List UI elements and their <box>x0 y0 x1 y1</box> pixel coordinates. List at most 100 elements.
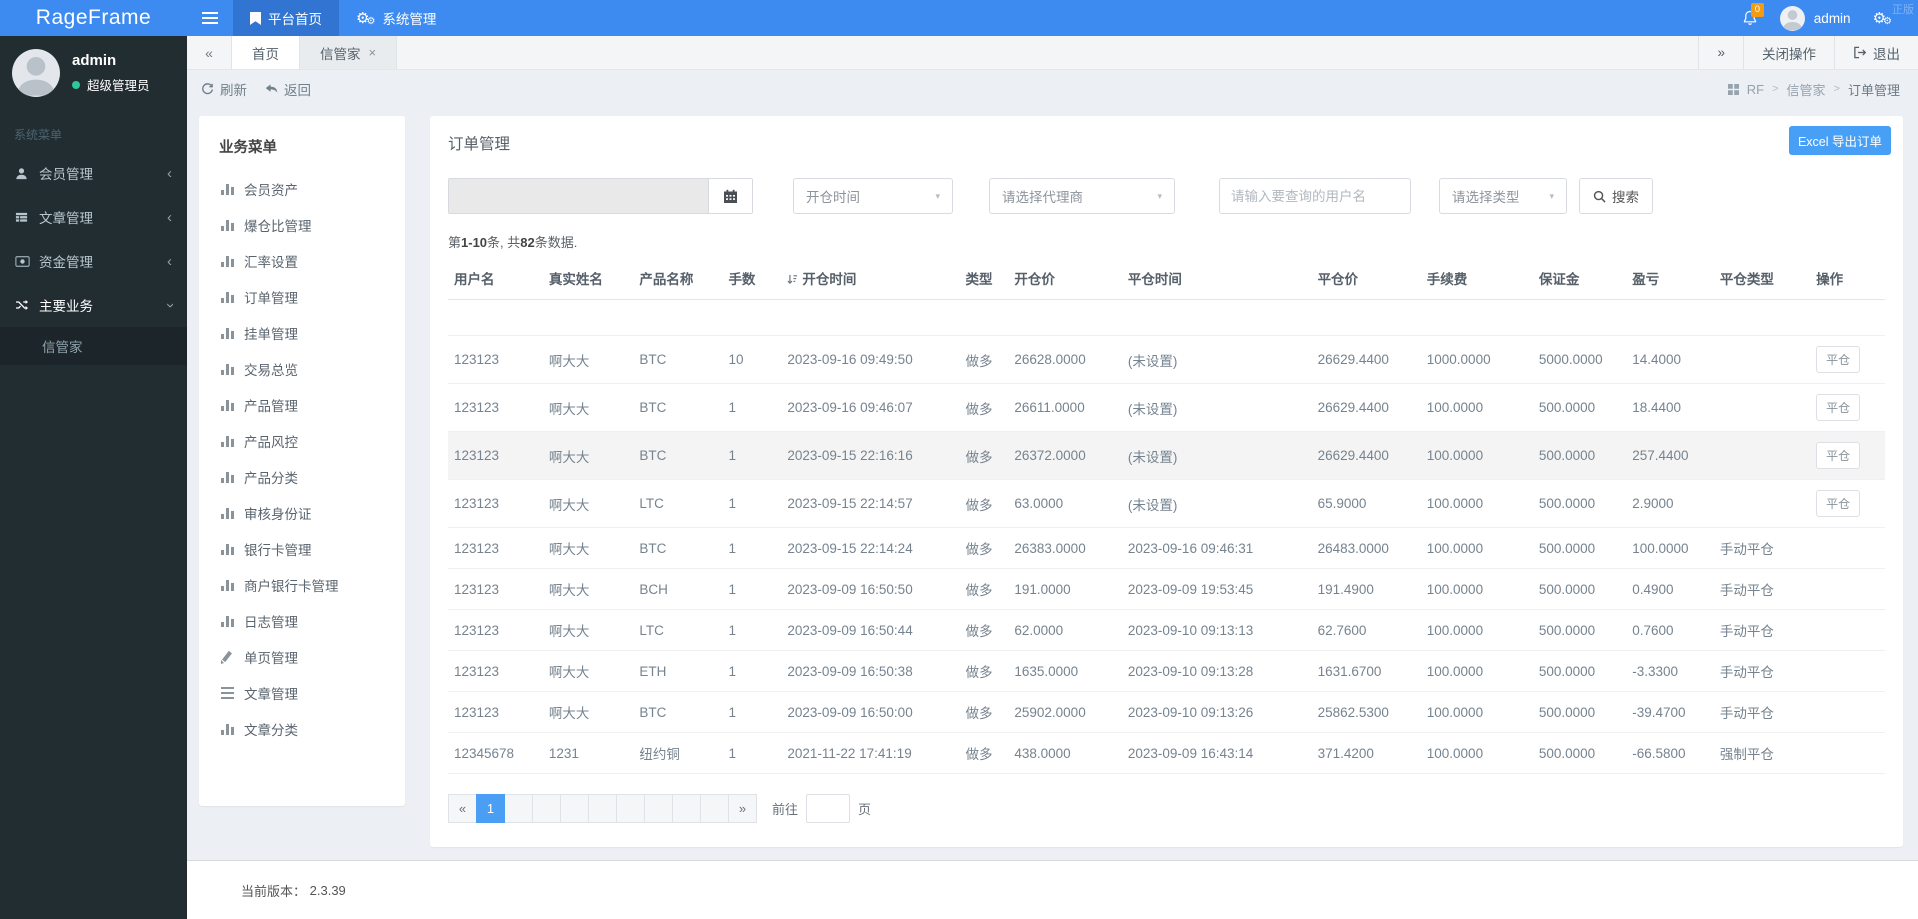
business-menu-item[interactable]: 交易总览 <box>199 351 405 387</box>
cell-close-time: (未设置) <box>1121 335 1312 384</box>
pagination-prev-button[interactable]: « <box>448 794 477 823</box>
business-menu-item[interactable]: 产品管理 <box>199 387 405 423</box>
pagination-page-button[interactable] <box>672 794 701 823</box>
column-header[interactable]: 开仓价 <box>1008 257 1122 300</box>
back-button[interactable]: 返回 <box>265 79 311 99</box>
sidebar-item-articles[interactable]: 文章管理 <box>0 195 187 239</box>
pagination-page-button[interactable] <box>504 794 533 823</box>
main-sidebar: admin 超级管理员 系统菜单 会员管理 文章管理 资金管理 主要业务 信管家 <box>0 36 187 919</box>
cell-open-price: 26383.0000 <box>1008 527 1122 569</box>
cell-open-price: 26611.0000 <box>1008 383 1122 432</box>
business-menu-item[interactable]: 文章分类 <box>199 711 405 747</box>
sidebar-item-members[interactable]: 会员管理 <box>0 151 187 195</box>
column-header[interactable]: 手数 <box>722 257 782 300</box>
pagination-page-button[interactable] <box>560 794 589 823</box>
top-navbar: RageFrame 平台首页 ⚙ ⚙ 系统管理 0 admin ⚙ ⚙ 正版 <box>0 0 1918 36</box>
tabs-scroll-left-button[interactable]: « <box>187 36 232 69</box>
refresh-button[interactable]: 刷新 <box>201 79 247 99</box>
logout-button[interactable]: 退出 <box>1834 36 1918 69</box>
breadcrumb-root[interactable]: RF <box>1747 82 1764 97</box>
close-icon[interactable]: × <box>369 45 377 60</box>
cell-username: 123123 <box>448 479 543 528</box>
search-button[interactable]: 搜索 <box>1579 178 1653 214</box>
column-header[interactable]: 保证金 <box>1532 257 1627 300</box>
cell-open-time: 2023-09-15 22:14:57 <box>781 479 960 528</box>
close-operations-button[interactable]: 关闭操作 <box>1743 36 1834 69</box>
excel-export-button[interactable]: Excel 导出订单 <box>1788 126 1891 155</box>
business-menu-item[interactable]: 汇率设置 <box>199 243 405 279</box>
tabs-scroll-right-button[interactable]: » <box>1698 36 1743 69</box>
calendar-icon[interactable] <box>708 179 752 213</box>
pagination-page-button[interactable] <box>616 794 645 823</box>
column-header[interactable]: 用户名 <box>448 257 543 300</box>
column-header[interactable]: 平仓类型 <box>1713 257 1811 300</box>
business-menu-item[interactable]: 产品分类 <box>199 459 405 495</box>
business-menu-item[interactable]: 订单管理 <box>199 279 405 315</box>
column-header[interactable]: 类型 <box>959 257 1009 300</box>
cell-action: 平仓 <box>1810 479 1885 528</box>
column-header[interactable]: 平仓价 <box>1311 257 1421 300</box>
close-position-button[interactable]: 平仓 <box>1816 346 1861 373</box>
business-menu-item[interactable]: 单页管理 <box>199 639 405 675</box>
settings-gears-icon[interactable]: ⚙ ⚙ <box>1873 10 1892 27</box>
cell-open-price <box>1008 299 1122 336</box>
open-time-select[interactable]: 开仓时间 ▾ <box>793 178 953 214</box>
chart-icon <box>221 471 234 483</box>
close-position-button[interactable]: 平仓 <box>1816 490 1861 517</box>
sort-icon[interactable] <box>787 274 798 285</box>
business-menu-item[interactable]: 审核身份证 <box>199 495 405 531</box>
cell-close-time: 2023-09-16 09:46:31 <box>1121 527 1312 569</box>
nav-item-platform-home[interactable]: 平台首页 <box>233 0 339 36</box>
column-header[interactable]: 开仓时间 <box>781 257 960 300</box>
order-management-panel: 订单管理 Excel 导出订单 开仓时间▾ 请选择代理商▾ 请选择类型▾ <box>430 116 1903 847</box>
business-menu-item[interactable]: 会员资产 <box>199 171 405 207</box>
cell-open-time: 2023-09-15 22:14:24 <box>781 527 960 569</box>
column-header[interactable]: 产品名称 <box>633 257 723 300</box>
column-header[interactable]: 操作 <box>1810 257 1885 300</box>
pagination-page-button[interactable] <box>644 794 673 823</box>
business-menu-item[interactable]: 日志管理 <box>199 603 405 639</box>
type-select[interactable]: 请选择类型 ▾ <box>1439 178 1567 214</box>
business-menu-item[interactable]: 产品风控 <box>199 423 405 459</box>
nav-item-system-admin[interactable]: ⚙ ⚙ 系统管理 <box>339 0 453 36</box>
business-menu-item[interactable]: 银行卡管理 <box>199 531 405 567</box>
goto-page-input[interactable] <box>806 794 851 823</box>
column-header[interactable]: 平仓时间 <box>1121 257 1312 300</box>
brand-logo[interactable]: RageFrame <box>0 0 187 36</box>
business-menu-item[interactable]: 商户银行卡管理 <box>199 567 405 603</box>
sidebar-subitem-xinguanjia[interactable]: 信管家 <box>0 327 187 365</box>
cell-action: 平仓 <box>1810 431 1885 480</box>
sidebar-item-funds[interactable]: 资金管理 <box>0 239 187 283</box>
hamburger-icon[interactable] <box>187 0 233 36</box>
pagination-next-button[interactable]: » <box>728 794 757 823</box>
username-search-input[interactable] <box>1219 178 1411 214</box>
business-menu-item[interactable]: 挂单管理 <box>199 315 405 351</box>
pagination-page-button[interactable] <box>532 794 561 823</box>
pagination-page-button[interactable] <box>588 794 617 823</box>
agent-select[interactable]: 请选择代理商 ▾ <box>989 178 1175 214</box>
table-body: 123123 啊大大 BTC 10 2023-09-16 09:49:50 做多… <box>448 299 1885 774</box>
notifications-button[interactable]: 0 <box>1742 3 1765 26</box>
cell-profit: 14.4000 <box>1626 335 1714 384</box>
close-position-button[interactable]: 平仓 <box>1816 442 1861 469</box>
notification-badge: 0 <box>1750 3 1765 17</box>
sidebar-item-main-business[interactable]: 主要业务 <box>0 283 187 327</box>
date-range-input[interactable] <box>449 179 708 213</box>
table-row: 123123 啊大大 BTC 1 2023-09-16 09:46:07 做多 … <box>448 383 1885 432</box>
tab-xinguanjia[interactable]: 信管家 × <box>300 36 398 69</box>
date-range-picker[interactable] <box>448 178 753 214</box>
breadcrumb-item[interactable]: 信管家 <box>1787 80 1826 99</box>
close-position-button[interactable]: 平仓 <box>1816 394 1861 421</box>
business-menu-item[interactable]: 爆仓比管理 <box>199 207 405 243</box>
tab-home[interactable]: 首页 <box>232 36 300 69</box>
orders-table: 用户名 真实姓名 产品名称 手数 开仓时间 类型 开仓价 平仓时间 平仓价 手续… <box>448 257 1885 774</box>
column-header[interactable]: 手续费 <box>1420 257 1533 300</box>
cell-close-time: 2023-09-09 16:43:14 <box>1121 732 1312 774</box>
pagination-page-active[interactable]: 1 <box>476 794 505 823</box>
column-header[interactable]: 真实姓名 <box>542 257 634 300</box>
column-header[interactable]: 盈亏 <box>1626 257 1714 300</box>
user-menu[interactable]: admin <box>1779 5 1851 31</box>
business-menu-item[interactable]: 文章管理 <box>199 675 405 711</box>
cell-fee: 100.0000 <box>1420 431 1533 480</box>
pagination-page-button[interactable] <box>700 794 729 823</box>
